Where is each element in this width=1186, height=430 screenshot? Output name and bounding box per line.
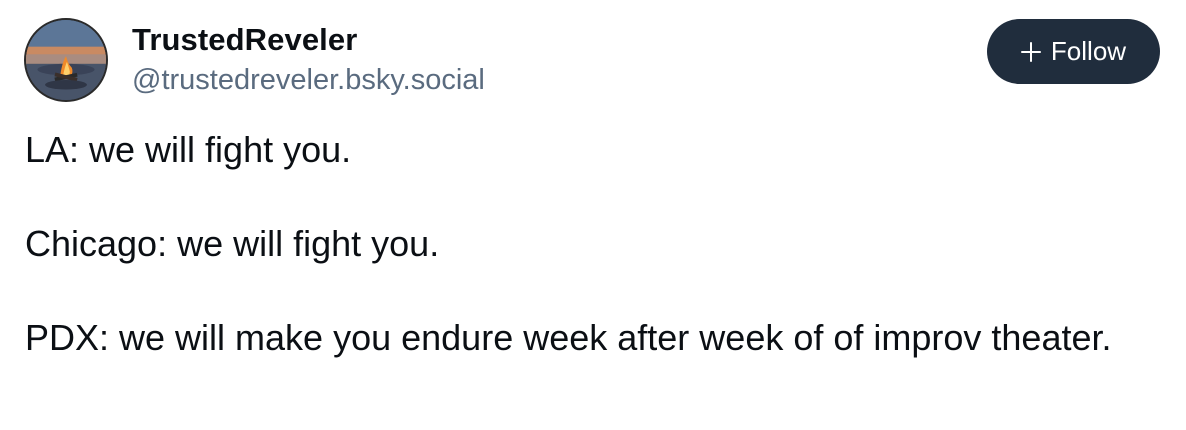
bonfire-avatar-image bbox=[26, 20, 106, 100]
avatar[interactable] bbox=[24, 18, 108, 102]
author-handle[interactable]: @trustedreveler.bsky.social bbox=[132, 64, 485, 97]
post-text: LA: we will fight you. Chicago: we will … bbox=[25, 126, 1155, 362]
follow-button-label: Follow bbox=[1050, 36, 1127, 66]
post-paragraph: PDX: we will make you endure week after … bbox=[25, 317, 1112, 358]
plus-icon bbox=[1020, 41, 1041, 62]
author-display-name[interactable]: TrustedReveler bbox=[132, 22, 357, 58]
post-paragraph: Chicago: we will fight you. bbox=[25, 223, 440, 264]
follow-button[interactable]: Follow bbox=[987, 19, 1160, 84]
post-card: TrustedReveler @trustedreveler.bsky.soci… bbox=[0, 0, 1186, 430]
post-paragraph: LA: we will fight you. bbox=[25, 129, 352, 170]
